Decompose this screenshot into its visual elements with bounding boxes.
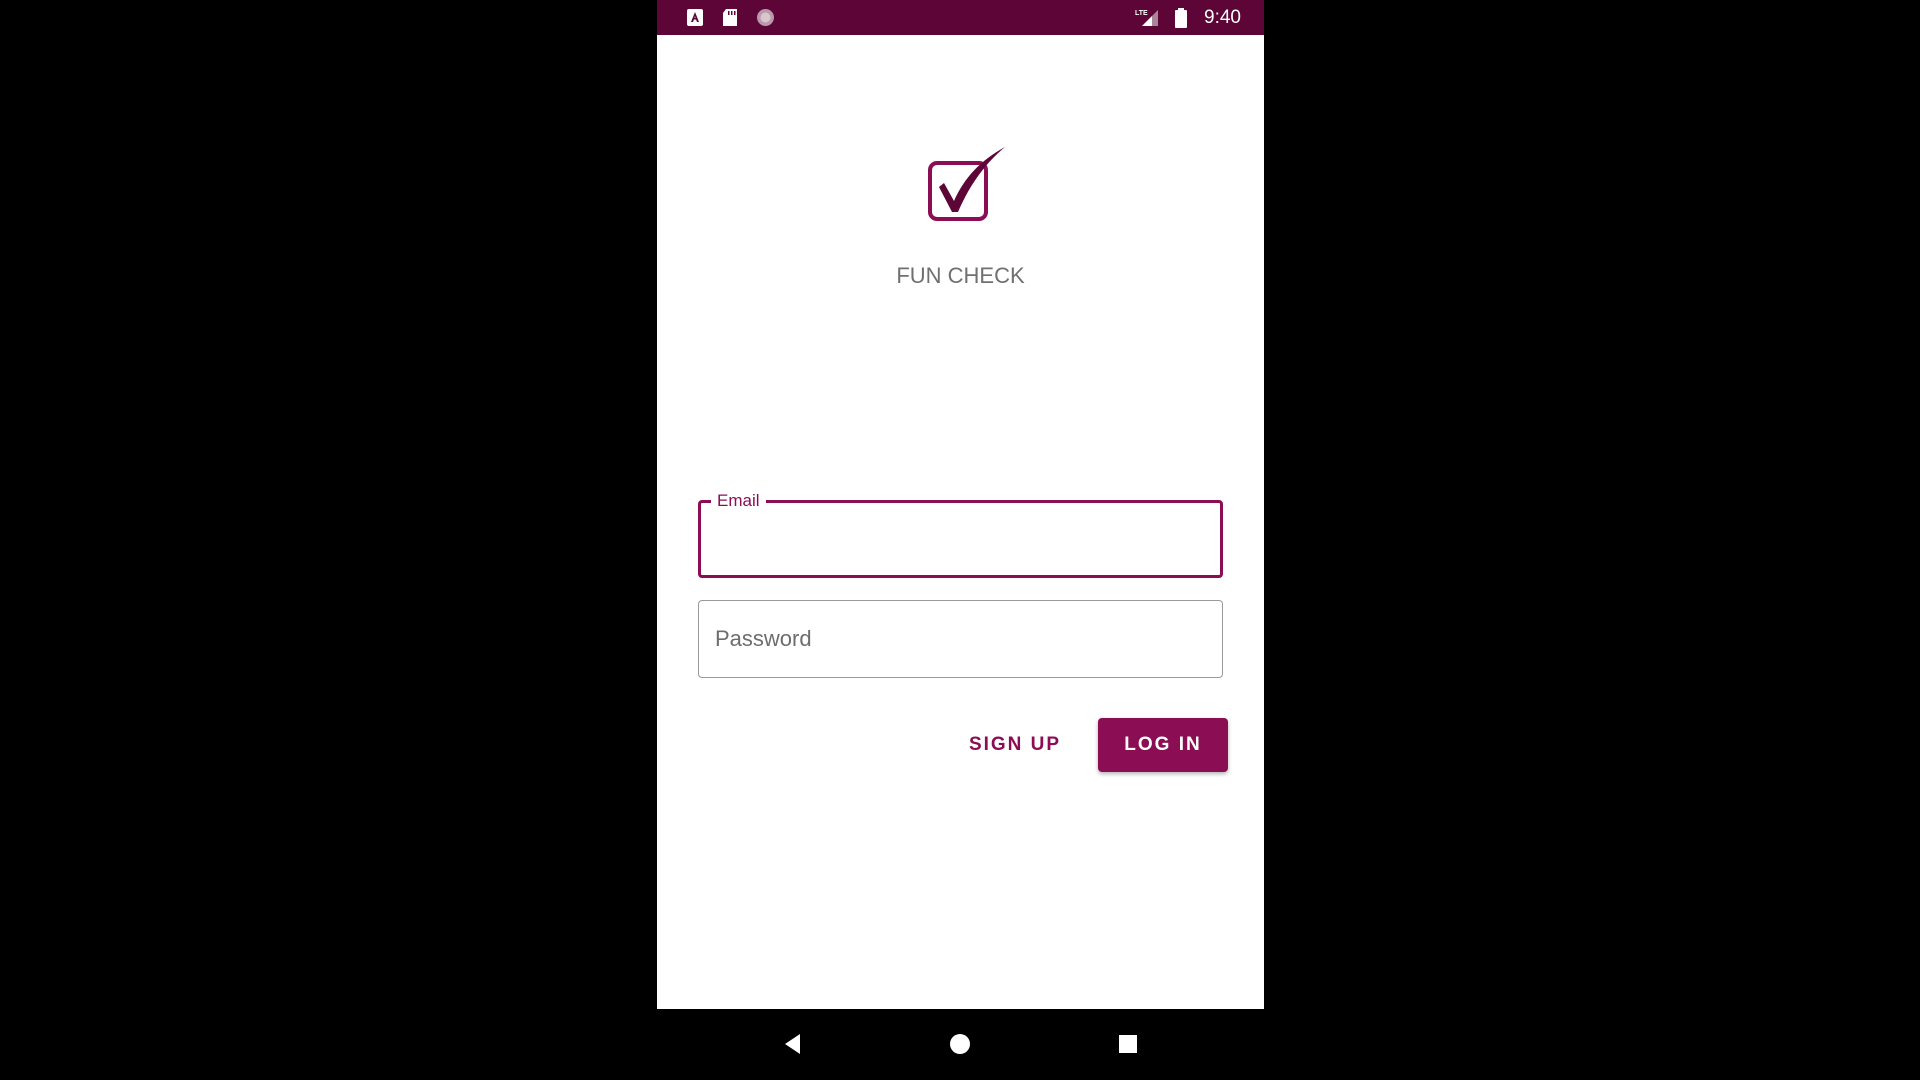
app-title: FUN CHECK xyxy=(896,263,1025,288)
recents-square-icon[interactable] xyxy=(1113,1029,1143,1059)
password-field[interactable] xyxy=(698,600,1223,678)
battery-icon xyxy=(1174,8,1188,28)
status-bar: LTE 9:40 xyxy=(657,0,1264,35)
email-field[interactable]: Email xyxy=(698,491,1223,578)
navigation-bar xyxy=(657,1009,1264,1080)
checkbox-check-logo-icon xyxy=(927,146,1007,222)
email-input[interactable] xyxy=(701,503,1220,575)
svg-text:LTE: LTE xyxy=(1135,10,1148,17)
sign-up-button[interactable]: SIGN UP xyxy=(953,718,1077,772)
home-circle-icon[interactable] xyxy=(945,1029,975,1059)
status-time: 9:40 xyxy=(1204,7,1241,28)
stage: LTE 9:40 FUN CHECK Email SIGN UP LOG IN xyxy=(0,0,1920,1080)
sd-card-icon xyxy=(721,8,739,27)
lte-signal-icon: LTE xyxy=(1135,8,1159,27)
font-a-icon xyxy=(686,8,704,27)
back-triangle-icon[interactable] xyxy=(779,1029,809,1059)
login-screen: FUN CHECK Email SIGN UP LOG IN xyxy=(657,35,1264,1009)
password-input[interactable] xyxy=(699,601,1222,677)
phone-frame: LTE 9:40 FUN CHECK Email SIGN UP LOG IN xyxy=(657,0,1264,1080)
log-in-button[interactable]: LOG IN xyxy=(1098,718,1228,772)
circle-loader-icon xyxy=(755,8,776,27)
